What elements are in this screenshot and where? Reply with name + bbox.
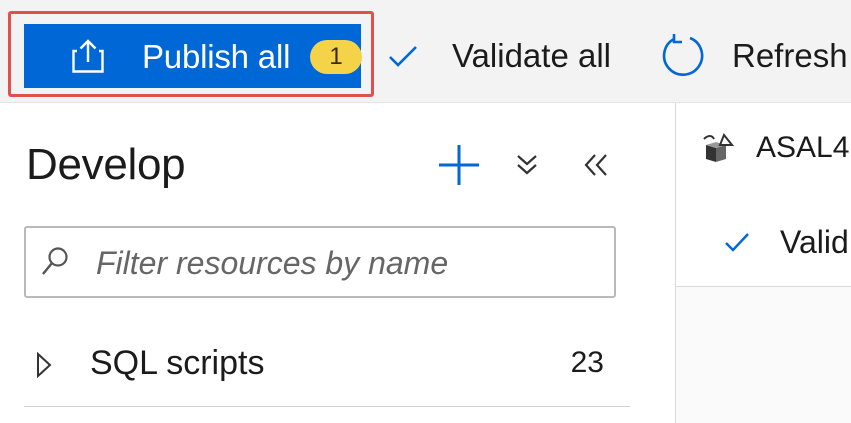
publish-all-button[interactable]: Publish all 1	[24, 24, 362, 88]
filter-search-box[interactable]	[24, 226, 616, 298]
pending-changes-badge: 1	[310, 40, 362, 74]
expand-all-icon[interactable]	[515, 150, 539, 180]
chevron-right-icon[interactable]	[36, 352, 52, 378]
publish-all-label: Publish all	[142, 38, 291, 75]
add-icon[interactable]	[436, 142, 482, 188]
panel-title: Develop	[26, 140, 186, 189]
editor-canvas	[676, 287, 851, 423]
editor-validate-label: Valid	[780, 223, 849, 260]
stream-analytics-icon	[703, 133, 734, 162]
tree-item-count: 23	[570, 346, 604, 379]
checkmark-icon	[725, 233, 749, 252]
editor-tab-label: ASAL4	[756, 131, 850, 164]
filter-resources-input[interactable]	[94, 238, 608, 288]
search-icon	[42, 247, 68, 275]
validate-all-button[interactable]: Validate all	[388, 26, 611, 86]
editor-validate-button[interactable]: Valid	[724, 220, 849, 264]
refresh-label: Refresh	[732, 37, 848, 74]
validate-all-label: Validate all	[452, 37, 611, 74]
toolbar: Publish all 1 Validate all Refresh	[0, 0, 851, 103]
refresh-button[interactable]: Refresh	[660, 26, 848, 86]
refresh-icon	[662, 34, 704, 76]
row-divider	[24, 406, 630, 407]
editor-tab[interactable]: ASAL4	[700, 128, 849, 168]
tree-item-label: SQL scripts	[90, 344, 265, 382]
tree-item-sql-scripts[interactable]: SQL scripts 23	[24, 330, 616, 402]
upload-icon	[72, 39, 104, 73]
checkmark-icon	[389, 46, 417, 67]
collapse-panel-icon[interactable]	[582, 150, 610, 180]
